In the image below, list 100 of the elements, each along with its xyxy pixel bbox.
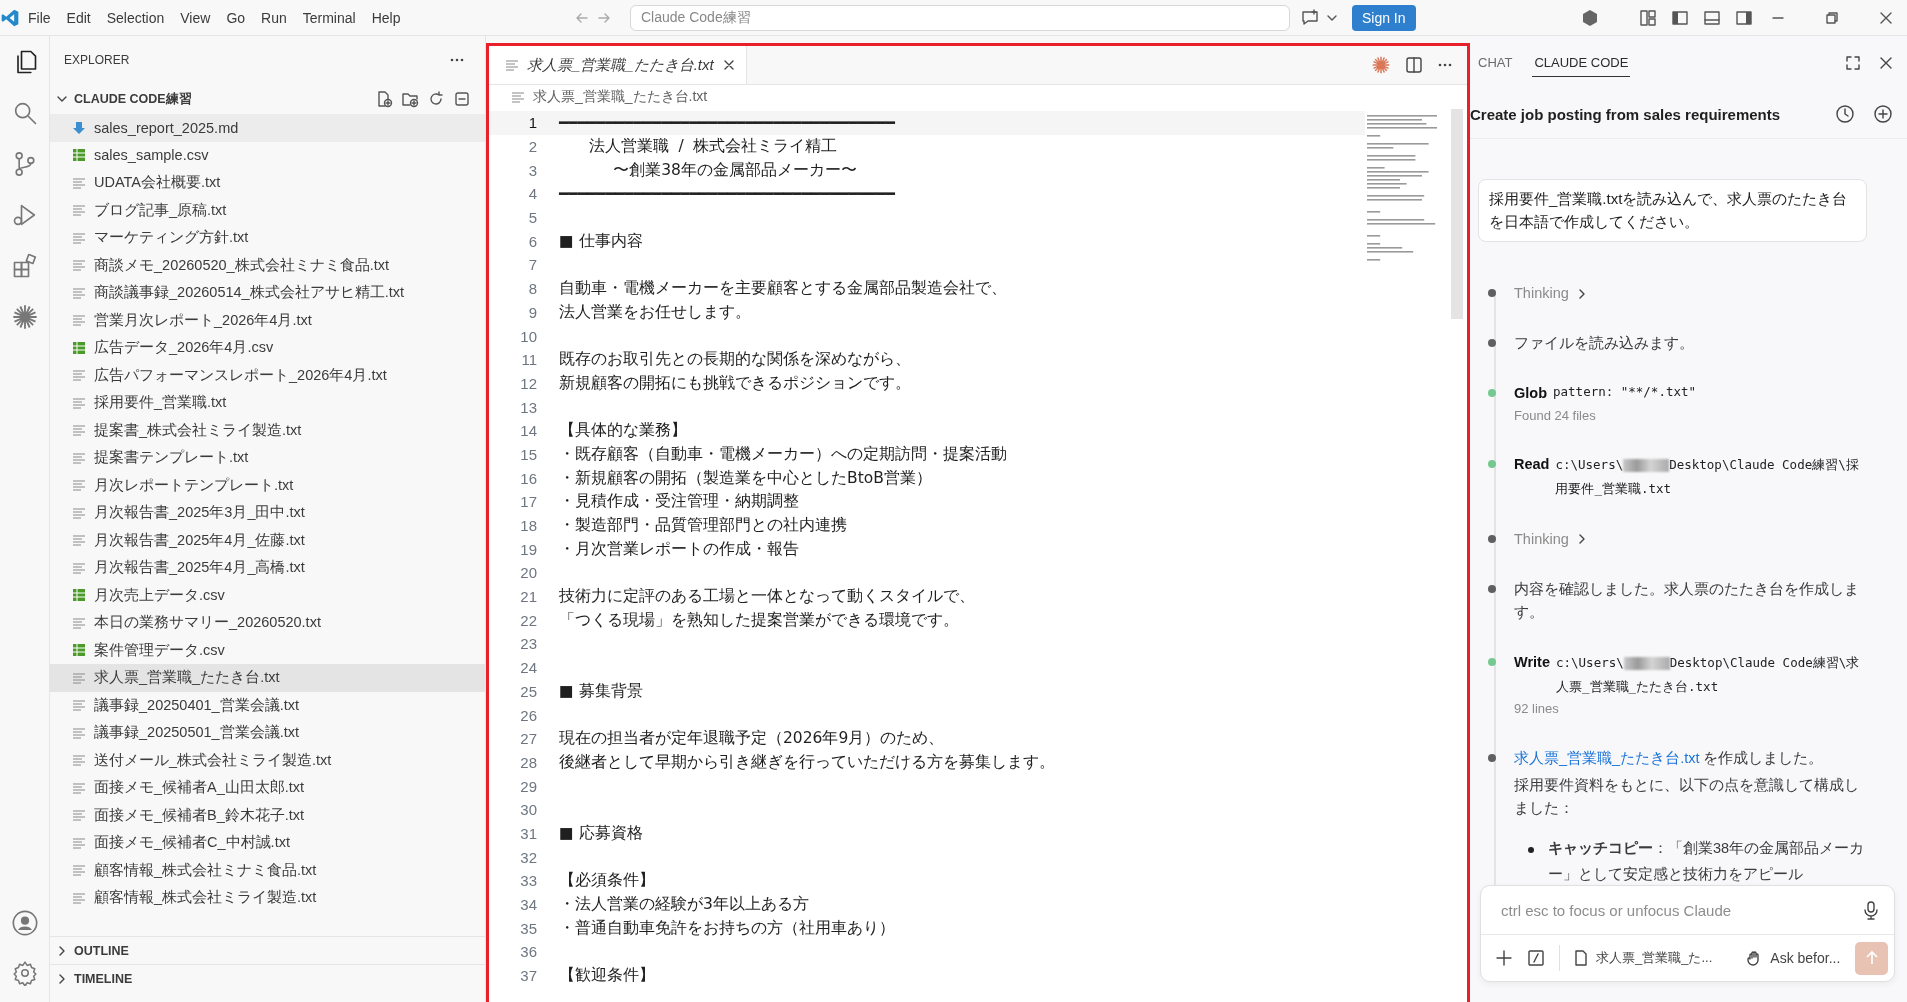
- slash-command-icon[interactable]: [1527, 949, 1545, 967]
- breadcrumb[interactable]: 求人票_営業職_たたき台.txt: [533, 88, 708, 106]
- tree-item[interactable]: 商談メモ_20260520_株式会社ミナミ食品.txt: [50, 251, 485, 279]
- panel-tab[interactable]: CLAUDE CODE: [1532, 49, 1631, 77]
- tree-item[interactable]: 月次レポートテンプレート.txt: [50, 471, 485, 499]
- tree-item[interactable]: 案件管理データ.csv: [50, 636, 485, 664]
- tree-item[interactable]: 商談議事録_20260514_株式会社アサヒ精工.txt: [50, 279, 485, 307]
- code-line: 新規顧客の開拓にも挑戦できるポジションです。: [559, 372, 911, 394]
- code-line: ■ 応募資格: [559, 822, 643, 844]
- hexagon-icon[interactable]: [1581, 8, 1599, 27]
- file-path: c:\Users\ Desktop\Claude Code練習\採用要件_営業職.txt: [1555, 456, 1860, 499]
- code-line: 【必須条件】: [559, 870, 655, 892]
- close-icon[interactable]: [1879, 56, 1893, 70]
- sidebar-left-icon[interactable]: [1671, 8, 1689, 27]
- tree-item[interactable]: マーケティング方針.txt: [50, 224, 485, 252]
- line-number: 37: [519, 967, 537, 985]
- maximize-icon[interactable]: [1845, 55, 1861, 71]
- section-header[interactable]: OUTLINE: [50, 936, 485, 964]
- scrollbar-thumb[interactable]: [1451, 109, 1463, 319]
- mode-selector[interactable]: Ask befor...: [1746, 950, 1841, 966]
- tree-item[interactable]: 営業月次レポート_2026年4月.txt: [50, 306, 485, 334]
- split-editor-icon[interactable]: [1405, 56, 1423, 74]
- layout-grid-icon[interactable]: [1639, 8, 1657, 27]
- tree-item[interactable]: 送付メール_株式会社ミライ製造.txt: [50, 746, 485, 774]
- panel-bottom-icon[interactable]: [1703, 8, 1721, 27]
- menu-bar-entry[interactable]: Help: [363, 5, 409, 30]
- asterisk-icon[interactable]: [10, 303, 39, 331]
- tree-item[interactable]: 面接メモ_候補者A_山田太郎.txt: [50, 774, 485, 802]
- file-link[interactable]: 求人票_営業職_たたき台.txt: [1514, 749, 1700, 766]
- tree-item[interactable]: sales_report_2025.md: [50, 114, 485, 142]
- restore-icon[interactable]: [1825, 10, 1839, 25]
- tree-item[interactable]: sales_sample.csv: [50, 141, 485, 169]
- line-number: 31: [519, 824, 537, 842]
- menu-bar-entry[interactable]: File: [20, 5, 59, 30]
- account-icon[interactable]: [10, 909, 39, 937]
- code-line: 法人営業職 / 株式会社ミライ精工: [587, 136, 838, 158]
- new-folder-icon[interactable]: [401, 90, 419, 108]
- tree-item[interactable]: 月次報告書_2025年3月_田中.txt: [50, 499, 485, 527]
- code-line: ・既存顧客（自動車・電機メーカー）への定期訪問・提案活動: [559, 443, 1007, 465]
- sign-in-button[interactable]: Sign In: [1351, 4, 1416, 31]
- assistant-text: 内容を確認しました。求人票のたたき台を作成します。: [1514, 580, 1860, 623]
- line-number: 34: [519, 896, 537, 914]
- tree-item[interactable]: 面接メモ_候補者C_中村誠.txt: [50, 829, 485, 857]
- menu-bar-entry[interactable]: View: [172, 5, 219, 30]
- tree-item[interactable]: 顧客情報_株式会社ミライ製造.txt: [50, 884, 485, 912]
- line-number: 3: [527, 161, 537, 179]
- new-file-icon[interactable]: [375, 90, 393, 108]
- plus-icon[interactable]: [1495, 949, 1513, 967]
- editor-tab[interactable]: 求人票_営業職_たたき台.txt: [489, 46, 747, 84]
- code-line: ・見積作成・受注管理・納期調整: [559, 491, 799, 513]
- assistant-text: 求人票_営業職_たたき台.txt を作成しました。: [1514, 748, 1825, 768]
- tree-item[interactable]: 本日の業務サマリー_20260520.txt: [50, 609, 485, 637]
- close-icon[interactable]: [1879, 10, 1893, 25]
- tree-item[interactable]: 提案書テンプレート.txt: [50, 444, 485, 472]
- tree-item[interactable]: 採用要件_営業職.txt: [50, 389, 485, 417]
- asterisk-icon[interactable]: [1371, 55, 1391, 75]
- new-chat-icon[interactable]: [1873, 104, 1893, 124]
- menu-bar-entry[interactable]: Selection: [98, 5, 173, 30]
- line-number: 5: [527, 209, 537, 227]
- text-lines-icon: [72, 780, 86, 795]
- settings-icon[interactable]: [11, 960, 38, 986]
- history-icon[interactable]: [1835, 104, 1855, 124]
- text-lines-icon: [72, 395, 86, 410]
- tree-item[interactable]: 提案書_株式会社ミライ製造.txt: [50, 416, 485, 444]
- tree-item[interactable]: UDATA会社概要.txt: [50, 169, 485, 197]
- menu-bar-entry[interactable]: Terminal: [294, 5, 364, 30]
- tree-item[interactable]: 議事録_20250501_営業会議.txt: [50, 719, 485, 747]
- menu-bar-entry[interactable]: Run: [253, 5, 295, 30]
- search-field[interactable]: Claude Code練習: [629, 4, 1290, 31]
- text-lines-icon: [72, 670, 86, 685]
- file-chip[interactable]: 求人票_営業職_た...: [1574, 949, 1713, 967]
- tree-item[interactable]: 面接メモ_候補者B_鈴木花子.txt: [50, 801, 485, 829]
- collapse-all-icon[interactable]: [453, 90, 471, 108]
- text-lines-icon: [72, 808, 86, 823]
- tree-item[interactable]: 月次報告書_2025年4月_佐藤.txt: [50, 526, 485, 554]
- panel-tab[interactable]: CHAT: [1476, 49, 1515, 77]
- line-number: 11: [520, 351, 537, 369]
- menu-bar-entry[interactable]: Edit: [58, 5, 99, 30]
- microphone-icon[interactable]: [1862, 900, 1880, 920]
- section-header[interactable]: TIMELINE: [50, 964, 485, 992]
- tree-item[interactable]: 広告データ_2026年4月.csv: [50, 334, 485, 362]
- tree-item[interactable]: 月次売上データ.csv: [50, 581, 485, 609]
- line-number: 12: [519, 374, 537, 392]
- refresh-icon[interactable]: [427, 90, 445, 108]
- tree-item[interactable]: 月次報告書_2025年4月_高橋.txt: [50, 554, 485, 582]
- tree-item[interactable]: ブログ記事_原稿.txt: [50, 196, 485, 224]
- line-number: 14: [519, 422, 537, 440]
- line-number: 4: [527, 185, 537, 203]
- menu-bar-entry[interactable]: Go: [218, 5, 254, 30]
- text-lines-icon: [72, 258, 86, 273]
- tree-item[interactable]: 議事録_20250401_営業会議.txt: [50, 691, 485, 719]
- sidebar-right-icon[interactable]: [1735, 8, 1753, 27]
- line-number: 2: [527, 138, 537, 156]
- tree-item[interactable]: 求人票_営業職_たたき台.txt: [50, 664, 485, 692]
- text-lines-icon: [72, 285, 86, 300]
- spreadsheet-icon: [72, 340, 86, 355]
- prompt-field[interactable]: ctrl esc to focus or unfocus Claude: [1499, 900, 1862, 920]
- folder-header[interactable]: CLAUDE CODE練習: [50, 84, 485, 114]
- tree-item[interactable]: 顧客情報_株式会社ミナミ食品.txt: [50, 856, 485, 884]
- tree-item[interactable]: 広告パフォーマンスレポート_2026年4月.txt: [50, 361, 485, 389]
